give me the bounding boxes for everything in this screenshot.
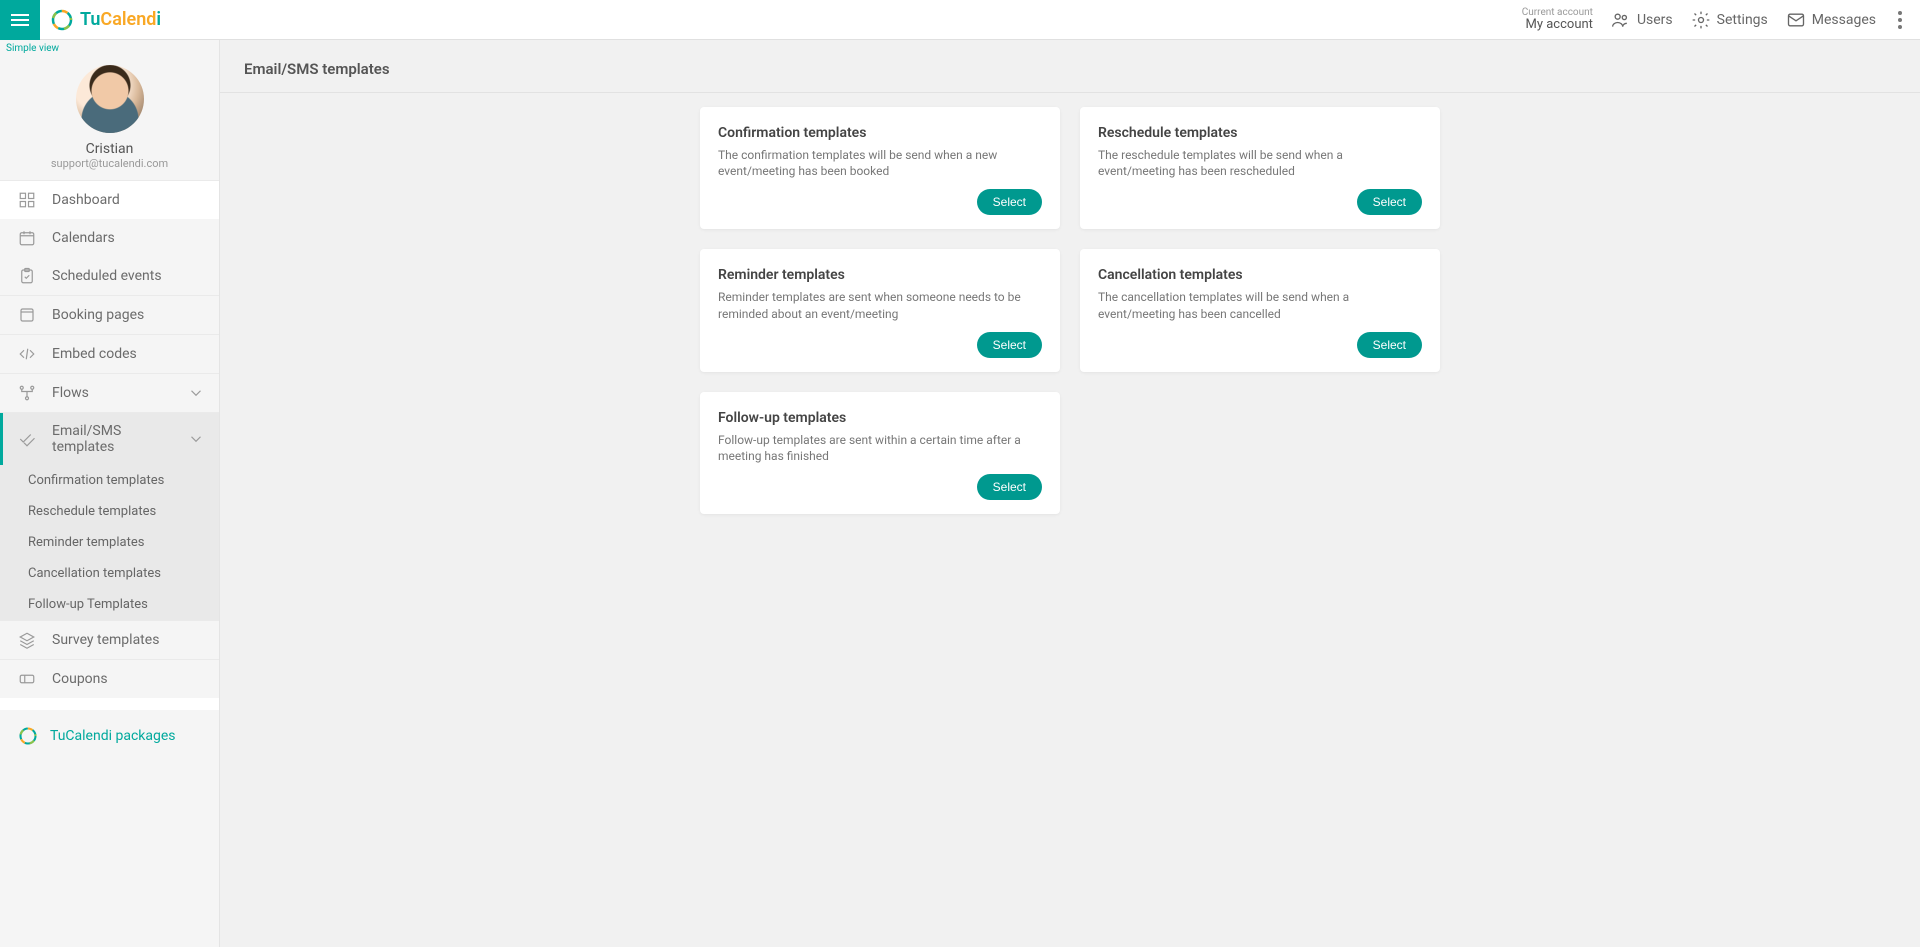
card-title: Confirmation templates — [718, 125, 1042, 141]
select-button[interactable]: Select — [1357, 189, 1422, 215]
sub-item-cancellation-templates[interactable]: Cancellation templates — [0, 558, 219, 589]
card-description: Follow-up templates are sent within a ce… — [718, 432, 1042, 464]
sidebar-item-packages[interactable]: TuCalendi packages — [0, 710, 219, 762]
card-title: Reminder templates — [718, 267, 1042, 283]
select-button[interactable]: Select — [1357, 332, 1422, 358]
gear-icon — [1691, 10, 1711, 30]
sidebar: Simple view Cristian support@tucalendi.c… — [0, 40, 220, 947]
profile-block: Cristian support@tucalendi.com — [0, 57, 219, 180]
sidebar-item-flows[interactable]: Flows — [0, 374, 219, 412]
card-title: Cancellation templates — [1098, 267, 1422, 283]
sidebar-item-coupons[interactable]: Coupons — [0, 660, 219, 698]
card-followup-templates: Follow-up templates Follow-up templates … — [700, 392, 1060, 514]
profile-email: support@tucalendi.com — [0, 157, 219, 170]
sidebar-submenu-templates: Confirmation templates Reschedule templa… — [0, 465, 219, 620]
topbar: TuCalendi Current account My account Use… — [0, 0, 1920, 40]
menu-toggle-button[interactable] — [0, 0, 40, 40]
flow-icon — [18, 384, 36, 402]
more-menu-button[interactable] — [1894, 7, 1906, 33]
calendar-icon — [18, 229, 36, 247]
sidebar-item-survey-templates[interactable]: Survey templates — [0, 621, 219, 659]
brand-text: TuCalendi — [80, 9, 161, 30]
code-icon — [18, 345, 36, 363]
sub-item-confirmation-templates[interactable]: Confirmation templates — [0, 465, 219, 496]
brand-logo-block[interactable]: TuCalendi — [50, 8, 161, 32]
users-icon — [1611, 10, 1631, 30]
card-reminder-templates: Reminder templates Reminder templates ar… — [700, 249, 1060, 371]
select-button[interactable]: Select — [977, 332, 1042, 358]
dashboard-icon — [18, 191, 36, 209]
clipboard-check-icon — [18, 267, 36, 285]
card-description: The confirmation templates will be send … — [718, 147, 1042, 179]
topbar-right: Current account My account Users Setting… — [1522, 7, 1920, 33]
account-name: My account — [1522, 18, 1593, 32]
chevron-down-icon — [187, 384, 205, 402]
sidebar-item-calendars[interactable]: Calendars — [0, 219, 219, 257]
chevron-down-icon — [187, 430, 205, 448]
layers-icon — [18, 631, 36, 649]
mail-icon — [1786, 10, 1806, 30]
sub-item-reschedule-templates[interactable]: Reschedule templates — [0, 496, 219, 527]
main-content: Email/SMS templates Confirmation templat… — [220, 40, 1920, 947]
sidebar-item-booking-pages[interactable]: Booking pages — [0, 296, 219, 334]
template-cards-grid: Confirmation templates The confirmation … — [700, 107, 1440, 514]
brand-small-icon — [18, 726, 38, 746]
select-button[interactable]: Select — [977, 189, 1042, 215]
sub-item-followup-templates[interactable]: Follow-up Templates — [0, 589, 219, 620]
card-confirmation-templates: Confirmation templates The confirmation … — [700, 107, 1060, 229]
settings-link[interactable]: Settings — [1691, 10, 1768, 30]
simple-view-toggle[interactable]: Simple view — [0, 40, 219, 57]
sidebar-item-embed-codes[interactable]: Embed codes — [0, 335, 219, 373]
users-link[interactable]: Users — [1611, 10, 1673, 30]
card-description: The reschedule templates will be send wh… — [1098, 147, 1422, 179]
brand-icon — [50, 8, 74, 32]
sidebar-item-scheduled-events[interactable]: Scheduled events — [0, 257, 219, 295]
card-title: Follow-up templates — [718, 410, 1042, 426]
card-description: The cancellation templates will be send … — [1098, 289, 1422, 321]
page-icon — [18, 306, 36, 324]
account-switcher[interactable]: Current account My account — [1522, 7, 1593, 32]
card-cancellation-templates: Cancellation templates The cancellation … — [1080, 249, 1440, 371]
select-button[interactable]: Select — [977, 474, 1042, 500]
sub-item-reminder-templates[interactable]: Reminder templates — [0, 527, 219, 558]
messages-link[interactable]: Messages — [1786, 10, 1876, 30]
double-check-icon — [18, 430, 36, 448]
card-reschedule-templates: Reschedule templates The reschedule temp… — [1080, 107, 1440, 229]
sidebar-item-dashboard[interactable]: Dashboard — [0, 181, 219, 219]
card-title: Reschedule templates — [1098, 125, 1422, 141]
page-title: Email/SMS templates — [220, 40, 1920, 93]
sidebar-item-email-sms-templates[interactable]: Email/SMS templates — [0, 413, 219, 465]
card-description: Reminder templates are sent when someone… — [718, 289, 1042, 321]
ticket-icon — [18, 670, 36, 688]
profile-name: Cristian — [0, 141, 219, 157]
avatar[interactable] — [76, 65, 144, 133]
